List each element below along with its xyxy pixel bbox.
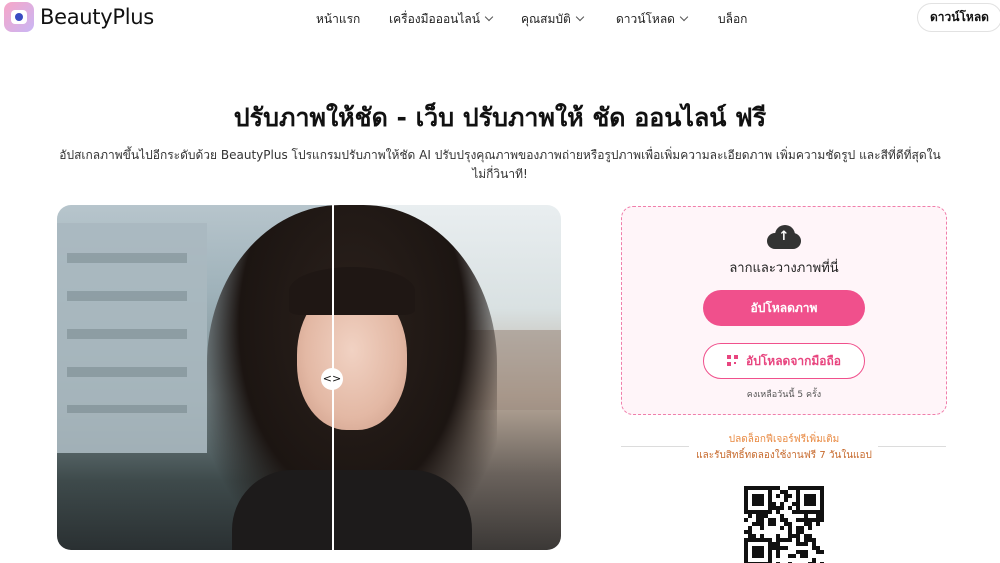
beautyplus-logo-icon[interactable] [4, 2, 34, 32]
subject-shirt [232, 470, 472, 550]
nav-download[interactable]: ดาวน์โหลด [616, 10, 689, 29]
promo-line-1: ปลดล็อกฟีเจอร์ฟรีเพิ่มเติม [728, 434, 840, 445]
chevron-down-icon [484, 12, 494, 22]
subject-bangs [289, 267, 415, 315]
upload-dropzone[interactable]: ↑ ลากและวางภาพที่นี่ อัปโหลดภาพ อัปโหลดจ… [621, 206, 947, 415]
remaining-uses-text: คงเหลือวันนี้ 5 ครั้ง [746, 390, 822, 400]
app-download-qr-code [744, 486, 824, 563]
brand-name[interactable]: BeautyPlus [40, 5, 154, 29]
upload-from-mobile-button[interactable]: อัปโหลดจากมือถือ [703, 343, 865, 379]
nav-blog[interactable]: บล็อก [718, 10, 747, 29]
nav-features[interactable]: คุณสมบัติ [521, 10, 585, 29]
comparison-slider-handle[interactable]: <> [321, 368, 343, 390]
page-subtitle: อัปสเกลภาพขึ้นไปอีกระดับด้วย BeautyPlus … [59, 148, 941, 181]
background-building [57, 223, 207, 453]
upload-image-button[interactable]: อัปโหลดภาพ [703, 290, 865, 326]
promo-line-2: และรับสิทธิ์ทดลองใช้งานฟรี 7 วันในแอป [696, 450, 872, 461]
header-download-button[interactable]: ดาวน์โหลด [917, 3, 1000, 32]
chevron-down-icon [679, 12, 689, 22]
chevron-down-icon [575, 12, 585, 22]
before-after-comparison[interactable]: <> [57, 205, 561, 550]
page-title: ปรับภาพให้ชัด - เว็บ ปรับภาพให้ ชัด ออนไ… [233, 103, 767, 132]
app-promo: ปลดล็อกฟีเจอร์ฟรีเพิ่มเติม และรับสิทธิ์ท… [621, 432, 947, 464]
site-header: BeautyPlus หน้าแรก เครื่องมือออนไลน์ คุณ… [0, 0, 1000, 34]
qr-code-icon [727, 355, 739, 366]
cloud-upload-icon: ↑ [767, 225, 801, 249]
drag-drop-text: ลากและวางภาพที่นี่ [729, 261, 839, 276]
nav-online-tools[interactable]: เครื่องมือออนไลน์ [389, 10, 494, 29]
nav-home[interactable]: หน้าแรก [316, 10, 360, 29]
